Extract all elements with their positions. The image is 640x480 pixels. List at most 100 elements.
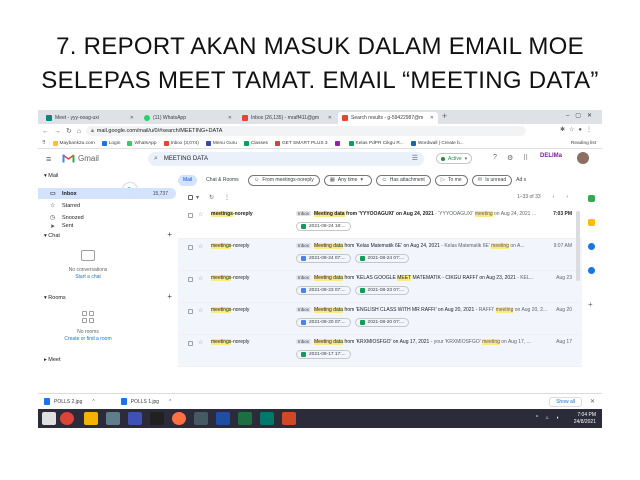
home-icon[interactable]: ⌂ [77,128,81,135]
prev-page-icon[interactable]: ‹ [553,194,555,200]
filter-attachment-chip[interactable]: ⊂ Has attachment [376,174,431,186]
forward-icon[interactable]: → [54,128,61,135]
app-icon[interactable] [150,412,164,425]
next-page-icon[interactable]: › [566,194,568,200]
chat-section-header[interactable]: ▾ Chat [44,233,60,239]
attachment-chip[interactable]: 2021-08-20 07:... [354,318,410,327]
close-icon[interactable]: ✕ [228,115,232,121]
star-icon[interactable]: ☆ [198,339,203,346]
browser-tab[interactable]: Meet - yyy-ooag-uxi ✕ [42,112,138,124]
tab-chat-rooms[interactable]: Chat & Rooms [201,175,244,186]
bookmark[interactable]: Classes [243,140,268,146]
attachment-chip[interactable]: 2021-08-24 07:... [354,254,410,263]
meet-section-header[interactable]: ▸ Meet [44,357,61,363]
attachment-chip[interactable]: 2021-08-23 07:... [354,286,410,295]
show-all-button[interactable]: Show all [549,397,582,407]
attachment-chip[interactable]: 2021-08-20 07:... [296,318,351,327]
browser-tab[interactable]: Inbox (26,135) - mraff411@gm ✕ [238,112,336,124]
word-icon[interactable] [216,412,230,425]
scrollbar[interactable] [576,211,580,281]
back-icon[interactable]: ← [42,128,49,135]
row-checkbox[interactable] [188,309,193,314]
filter-to-me-chip[interactable]: ▷ To me [434,174,468,186]
excel-icon[interactable] [238,412,252,425]
status-selector[interactable]: Active ▾ [436,153,473,164]
more-options-icon[interactable]: ⋮ [224,194,230,201]
select-menu-icon[interactable]: ▾ [196,194,199,201]
attachment-chip[interactable]: 2021-08-24 18:... [296,222,351,231]
reading-list-button[interactable]: Reading list [571,141,596,146]
menu-icon[interactable]: ≡ [46,154,51,164]
row-checkbox[interactable] [188,245,193,250]
filter-from-chip[interactable]: ☺ From meetings-noreply [247,174,320,186]
bookmark[interactable]: Inbox (3,074) [163,140,199,146]
search-input[interactable]: ⌕ MEETING DATA ☰ [148,152,424,166]
tab-mail[interactable]: Mail [178,174,198,186]
gmail-logo[interactable]: Gmail [62,153,99,163]
attachment-chip[interactable]: 2021-08-24 07:... [296,254,351,263]
mail-row[interactable]: ☆ meetings-noreply Inbox Meeting data fro… [178,335,582,367]
bookmark[interactable]: Menu Guru [205,140,237,146]
select-all-checkbox[interactable] [188,194,193,200]
window-controls[interactable]: –▢✕ [566,112,598,119]
file-explorer-icon[interactable] [84,412,98,425]
filter-any-time-chip[interactable]: ▦ Any time ▾ [323,174,373,186]
row-checkbox[interactable] [188,277,193,282]
advanced-search-chip[interactable]: Ad s [516,175,532,186]
sidebar-item-snoozed[interactable]: ◷ Snoozed [38,212,176,223]
chrome-icon[interactable] [60,412,74,425]
bookmark[interactable]: Kelas PdPR Cikgu R... [348,140,404,146]
extensions-icons[interactable]: ✱☆●⋮ [560,126,596,133]
contacts-app-icon[interactable] [588,267,595,274]
help-icon[interactable]: ? [493,154,497,161]
system-tray-icons[interactable]: ^ ⌂ ◖ [536,415,562,421]
mail-section-header[interactable]: ▾ Mail [44,173,58,179]
close-icon[interactable]: ✕ [130,115,134,121]
bookmark[interactable]: GET SMART PLUS 3 [274,140,328,146]
sidebar-item-starred[interactable]: ☆ Starred [38,200,176,211]
new-tab-button[interactable]: + [442,111,447,121]
close-icon[interactable]: ✕ [590,398,595,405]
star-icon[interactable]: ☆ [198,307,203,314]
close-icon[interactable]: ✕ [430,115,434,121]
row-checkbox[interactable] [188,213,193,218]
download-item[interactable]: POLLS 1.jpg ^ [120,398,171,405]
close-icon[interactable]: ✕ [328,115,332,121]
star-icon[interactable]: ☆ [198,243,203,250]
app-icon[interactable] [106,412,120,425]
filter-unread-chip[interactable]: ✉ Is unread [471,174,513,186]
reload-icon[interactable]: ↻ [66,127,72,135]
photos-icon[interactable] [128,412,142,425]
attachment-chip[interactable]: 2021-08-17 17:... [296,350,351,359]
search-icon[interactable]: ⌕ [154,155,158,163]
add-app-icon[interactable]: + [588,301,595,309]
new-room-button[interactable]: + [167,292,172,301]
bookmark[interactable]: Wordwall | Create b... [410,140,464,146]
bookmark[interactable]: Maybank2u.com [52,140,95,146]
start-search-icon[interactable] [42,412,56,425]
create-room-link[interactable]: Create or find a room [38,336,138,342]
sidebar-item-inbox[interactable]: ▭ Inbox 15,737 [38,188,176,199]
apps-icon[interactable]: ⠿ [42,141,46,146]
browser-tab-active[interactable]: Search results - g-59422987@m ✕ [338,112,438,124]
keep-app-icon[interactable] [588,219,595,226]
sidebar-item-sent[interactable]: ➤ Sent [38,223,176,229]
calendar-app-icon[interactable] [588,195,595,202]
apps-grid-icon[interactable]: ⠿ [523,154,528,162]
bookmark[interactable] [334,140,342,146]
app-icon[interactable] [194,412,208,425]
refresh-icon[interactable]: ↻ [209,194,214,201]
start-chat-link[interactable]: Start a chat [38,274,138,280]
new-chat-button[interactable]: + [167,230,172,239]
mail-row[interactable]: ☆ meetings-noreply Inbox Meeting data fro… [178,303,582,335]
browser-tab[interactable]: (11) WhatsApp ✕ [140,112,236,124]
rooms-section-header[interactable]: ▾ Rooms [44,295,66,301]
mail-row[interactable]: ☆ meetings-noreply Inbox Meeting data fro… [178,207,582,239]
search-options-icon[interactable]: ☰ [412,154,418,162]
mail-row[interactable]: ☆ meetings-noreply Inbox Meeting data fro… [178,239,582,271]
chevron-up-icon[interactable]: ^ [169,399,171,405]
powerpoint-icon[interactable] [282,412,296,425]
bookmark[interactable]: WhatsApp [127,140,157,146]
settings-icon[interactable]: ⚙ [507,154,513,162]
row-checkbox[interactable] [188,341,193,346]
